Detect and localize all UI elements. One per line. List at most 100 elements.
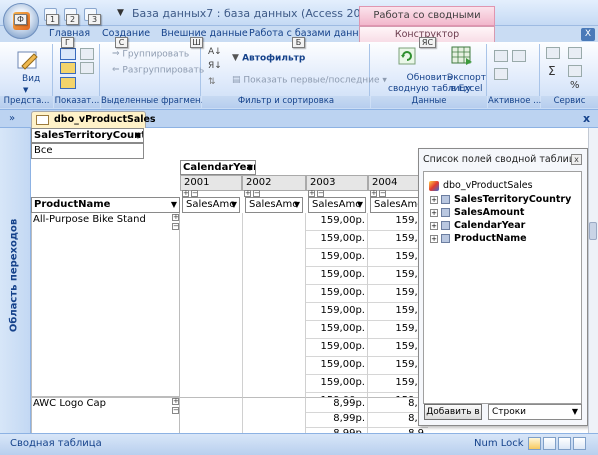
view-dropdown-icon[interactable]: ▼ [23,86,28,94]
column-field-button[interactable]: CalendarYear ▼ [180,160,256,175]
expand-icon[interactable]: + [172,398,179,405]
measure-header[interactable]: SalesAmc ▼ [182,197,240,213]
vertical-scrollbar[interactable] [588,128,598,433]
area-select[interactable]: Строки ▼ [488,404,582,420]
value-cell[interactable]: 8,9 [408,426,424,433]
value-cell[interactable]: 159,00р. [320,248,365,266]
row-item-product[interactable]: AWC Logo Cap [31,397,171,413]
view-datasheet-icon[interactable] [528,437,541,450]
help-icon[interactable]: Х [581,28,595,41]
measure-dropdown-icon[interactable]: ▼ [294,198,300,212]
field-list-root[interactable]: dbo_vProductSales [429,180,533,191]
value-cell[interactable]: 159,00р. [320,212,365,230]
field-item[interactable]: + SalesTerritoryCountry [430,194,571,205]
expand-icon[interactable]: + [430,234,438,243]
field-icon [441,234,450,243]
field-item[interactable]: + ProductName [430,233,527,244]
value-cell[interactable]: 159,00р. [320,356,365,374]
expand-icon[interactable]: + [430,208,438,217]
autofilter-button[interactable]: ▼ Автофильтр [232,53,305,64]
keytip-office: Ф [14,14,27,25]
expand-icon[interactable]: + [370,190,377,197]
collapse-icon[interactable]: − [253,190,260,197]
expand-icon[interactable]: + [430,221,438,230]
value-cell[interactable]: 159,00р. [320,284,365,302]
tab-database-tools[interactable]: Работа с базами данных [249,26,372,42]
sort-asc-icon[interactable]: A↓ [208,47,222,57]
field-list-toggle-icon[interactable] [60,48,76,60]
measure-label: SalesAmc [186,199,235,210]
collapse-icon[interactable]: − [172,407,179,414]
group-button[interactable]: ⇒ Группировать [112,49,189,60]
value-cell[interactable]: 159,00р. [320,374,365,392]
value-cell[interactable]: 8,99р. [333,426,365,433]
value-cell[interactable]: 8,99р. [333,411,365,426]
document-close-icon[interactable]: x [583,112,590,125]
collapse-icon[interactable]: − [172,223,179,230]
collapse-icon[interactable]: − [379,190,386,197]
view-pivot-table-icon[interactable] [543,437,556,450]
autocalc-sigma-icon[interactable]: Σ [548,64,556,78]
scrollbar-thumb[interactable] [589,222,597,240]
field-item[interactable]: + SalesAmount [430,207,524,218]
group-label-selection: Выделенные фрагмен... [101,96,209,108]
expand-icon[interactable]: + [244,190,251,197]
filter-dropdown-icon[interactable]: ▼ [135,129,141,142]
field-icon [441,221,450,230]
collapse-field-icon[interactable] [512,50,526,62]
field-settings-icon[interactable] [494,68,508,80]
view-button[interactable]: Вид [22,74,40,84]
measure-header[interactable]: SalesAmc ▼ [245,197,303,213]
drop-zones-toggle-icon[interactable] [60,62,76,74]
show-topbottom-button[interactable]: ▤ Показать первые/последние ▾ [232,75,387,86]
expand-field-icon[interactable] [494,50,508,62]
sort-desc-icon[interactable]: Я↓ [208,61,222,71]
filter-value: Все [31,143,144,159]
tools-subtotal-icon[interactable] [568,65,582,77]
field-item[interactable]: + CalendarYear [430,220,525,231]
field-list-tree[interactable] [423,171,582,404]
chevron-down-icon[interactable]: ▼ [572,405,578,419]
filter-field-button[interactable]: SalesTerritoryCountry▼ [31,128,144,143]
sort-custom-icon[interactable]: ⇅ [208,77,216,87]
expand-icon[interactable]: + [172,214,179,221]
measure-header[interactable]: SalesAmc ▼ [308,197,366,213]
value-cell[interactable]: 159,00р. [320,302,365,320]
ungroup-button[interactable]: ⇐ Разгруппировать [112,65,204,76]
row-field-dropdown-icon[interactable]: ▼ [171,198,177,211]
field-list-title: Список полей сводной таблицы [423,154,583,165]
value-cell[interactable]: 159,00р. [320,320,365,338]
view-design-icon[interactable] [573,437,586,450]
export-excel-button[interactable]: Экспорт в Excel [447,73,486,95]
year-header-2002[interactable]: 2002 [242,175,306,191]
hide-details-icon[interactable] [80,62,94,74]
value-cell[interactable]: 159,00р. [320,266,365,284]
expand-icon[interactable]: + [430,195,438,204]
document-tab[interactable]: dbo_vProductSales [31,111,156,128]
value-cell[interactable]: 159,00р. [320,230,365,248]
tools-calc-icon[interactable] [546,47,560,59]
expand-icon[interactable]: + [182,190,189,197]
view-pivot-chart-icon[interactable] [558,437,571,450]
show-as-percent-icon[interactable]: % [570,80,580,91]
show-details-icon[interactable] [80,48,94,60]
value-cell[interactable]: 159,00р. [320,338,365,356]
row-item-product[interactable]: All-Purpose Bike Stand [31,213,171,229]
details-toggle-icon[interactable] [60,77,76,89]
column-field-dropdown-icon[interactable]: ▼ [247,161,253,174]
collapse-icon[interactable]: − [317,190,324,197]
nav-pane-toggle-icon[interactable]: » [9,113,15,124]
add-to-button[interactable]: Добавить в [424,404,482,420]
year-header-2001[interactable]: 2001 [180,175,242,191]
qat-customize-icon[interactable]: ▼ [117,8,124,18]
collapse-icon[interactable]: − [191,190,198,197]
tools-formula-icon[interactable] [568,47,582,59]
field-list-close-icon[interactable]: x [571,154,582,165]
row-field-button[interactable]: ProductName ▼ [31,197,180,213]
measure-dropdown-icon[interactable]: ▼ [231,198,237,212]
year-header-2003[interactable]: 2003 [306,175,368,191]
value-cell[interactable]: 8,99р. [333,396,365,411]
tab-external-data[interactable]: Внешние данные [161,26,248,42]
measure-dropdown-icon[interactable]: ▼ [357,198,363,212]
expand-icon[interactable]: + [308,190,315,197]
